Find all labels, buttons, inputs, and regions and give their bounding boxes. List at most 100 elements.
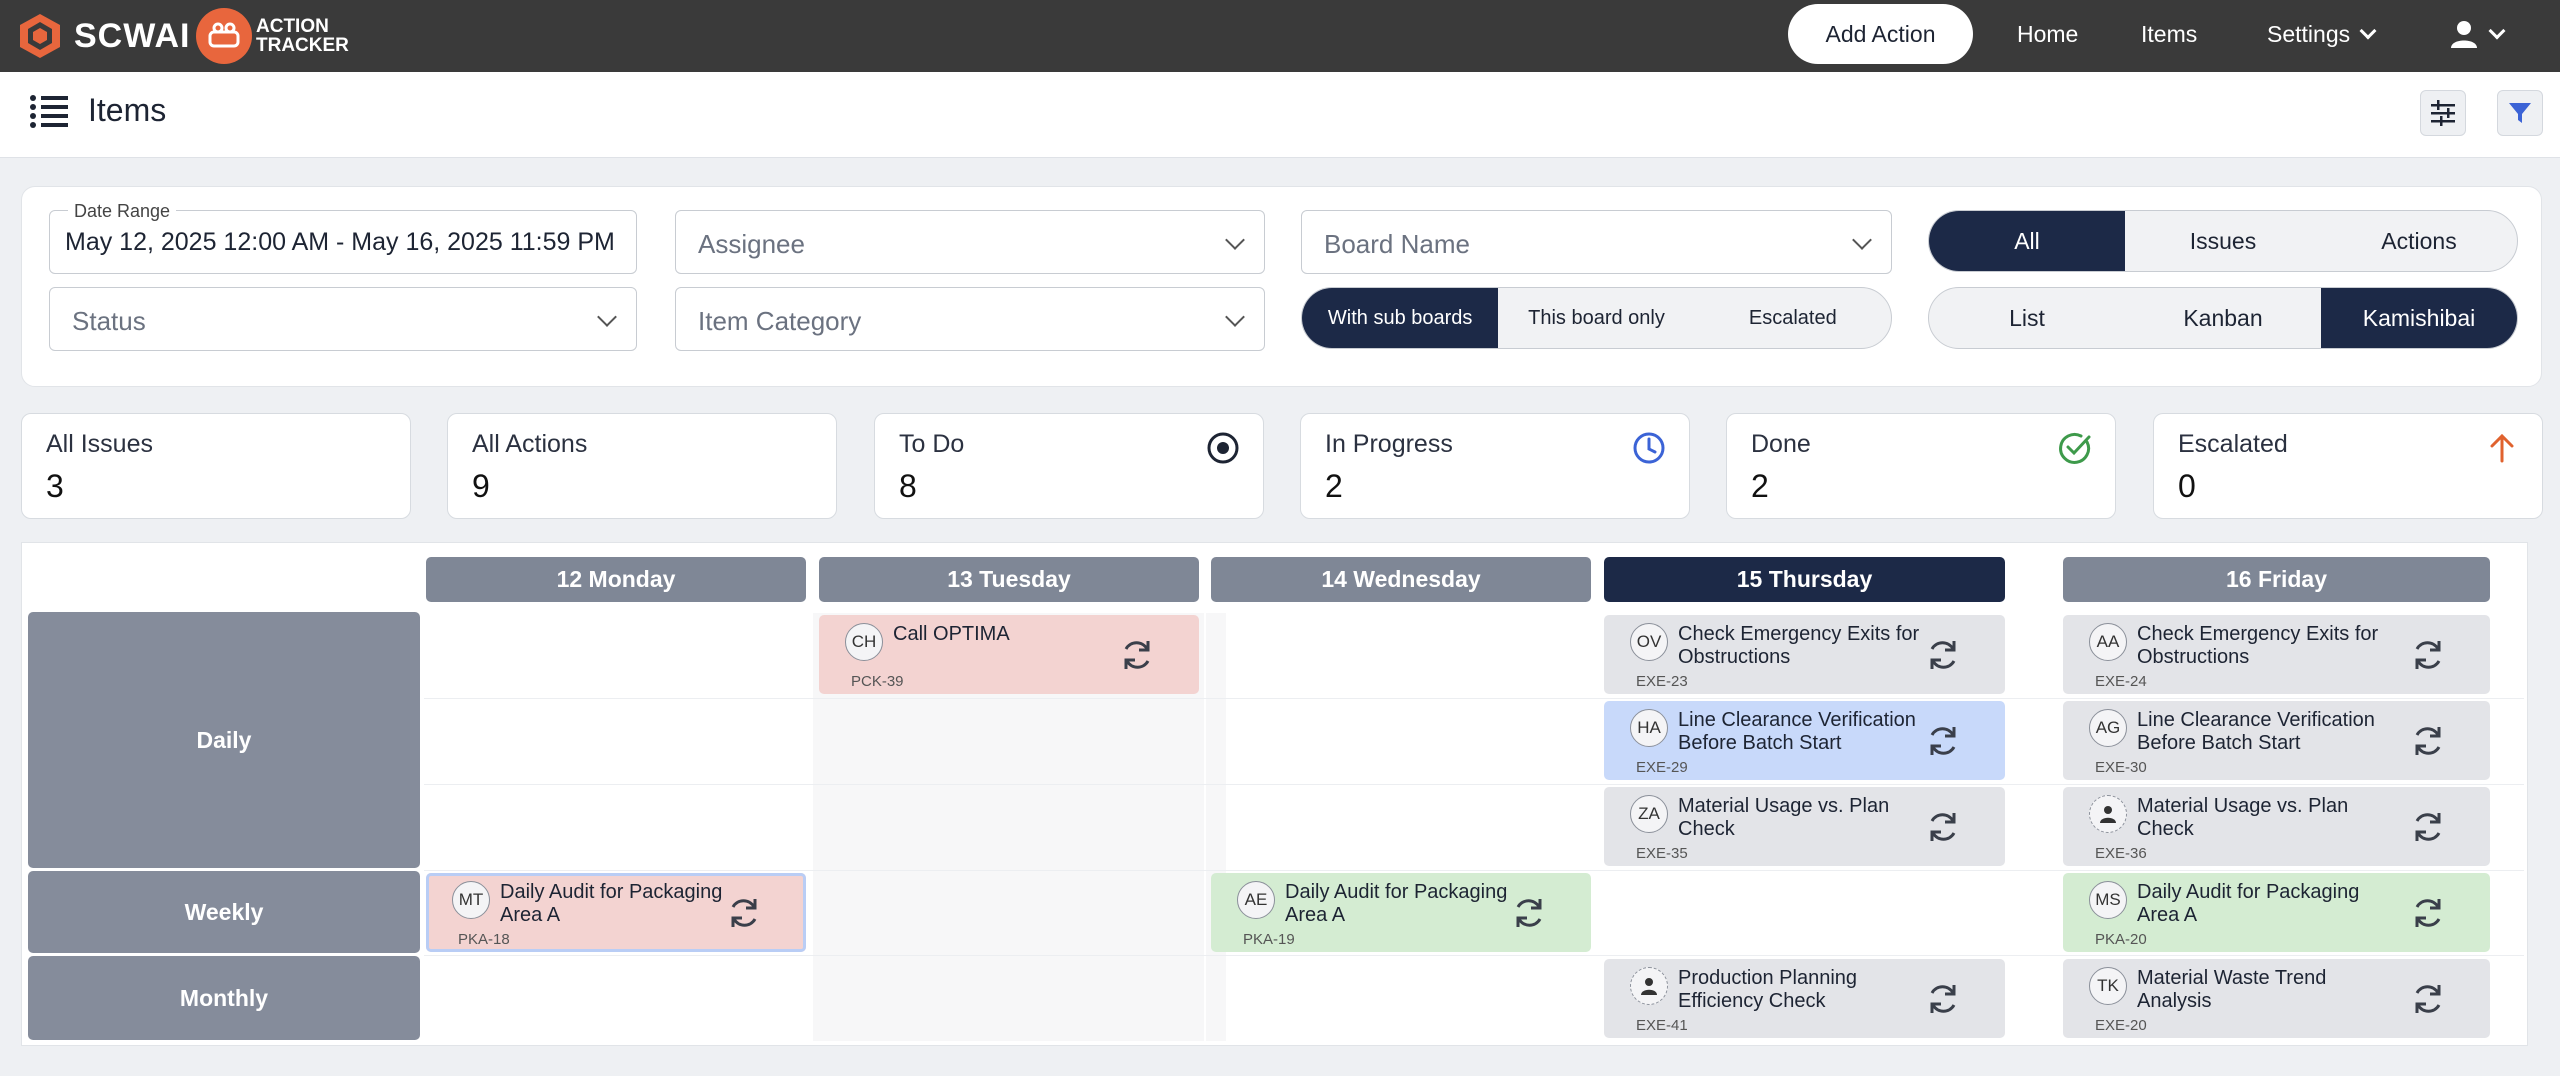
cube-logo-icon: [20, 14, 60, 58]
recurring-icon: [1930, 813, 1956, 841]
chevron-down-icon: [1225, 307, 1245, 327]
filter-panel: Date Range May 12, 2025 12:00 AM - May 1…: [21, 186, 2542, 387]
stat-card-done[interactable]: Done 2: [1726, 413, 2116, 519]
chevron-down-icon: [2488, 22, 2506, 40]
filter-button[interactable]: [2497, 90, 2543, 136]
action-card[interactable]: Production Planning Efficiency Check EXE…: [1604, 959, 2005, 1038]
action-card[interactable]: MT Daily Audit for Packaging Area A PKA-…: [426, 873, 806, 952]
card-title: Production Planning Efficiency Check: [1678, 967, 1858, 1012]
recurring-icon: [1930, 985, 1956, 1013]
action-tracker-logo[interactable]: ACTION TRACKER: [196, 4, 349, 68]
date-range-label: Date Range: [68, 201, 177, 222]
user-menu[interactable]: [2449, 0, 2506, 68]
filter-icon: [2509, 103, 2531, 123]
nav-home[interactable]: Home: [2017, 0, 2078, 68]
card-title: Check Emergency Exits for Obstructions: [1678, 623, 1920, 668]
avatar: TK: [2089, 967, 2127, 1005]
column-shade: [1206, 613, 1226, 1041]
board-name-select[interactable]: Board Name: [1301, 210, 1892, 274]
column-settings-button[interactable]: [2420, 90, 2466, 136]
row-header-weekly: Weekly: [28, 871, 420, 953]
stat-card-all-actions[interactable]: All Actions 9: [447, 413, 837, 519]
card-title: Daily Audit for Packaging Area A: [1285, 881, 1508, 926]
board-scope-toggle: With sub boards This board only Escalate…: [1301, 287, 1892, 349]
recurring-icon: [2415, 985, 2441, 1013]
page-header: Items: [0, 72, 2560, 158]
grid-line: [424, 870, 2524, 871]
chevron-down-icon: [1225, 230, 1245, 250]
nav-items[interactable]: Items: [2141, 0, 2197, 68]
grid-line: [424, 784, 2524, 785]
card-title: Line Clearance Verification Before Batch…: [1678, 709, 1916, 754]
action-card[interactable]: AE Daily Audit for Packaging Area A PKA-…: [1211, 873, 1591, 952]
toggle-list-view[interactable]: List: [1929, 288, 2125, 348]
arrow-up-icon: [2490, 433, 2514, 463]
toggle-escalated[interactable]: Escalated: [1695, 288, 1891, 348]
scw-logo[interactable]: SCWAI: [18, 10, 190, 62]
status-select[interactable]: Status: [49, 287, 637, 351]
stat-label: To Do: [899, 430, 965, 458]
stat-value: 2: [1325, 468, 1343, 504]
nav-settings[interactable]: Settings: [2267, 0, 2377, 68]
nav-settings-label: Settings: [2267, 20, 2351, 47]
toggle-this-board-only[interactable]: This board only: [1498, 288, 1694, 348]
clock-icon: [1633, 432, 1665, 464]
item-type-toggle: All Issues Actions: [1928, 210, 2518, 272]
avatar: ZA: [1630, 795, 1668, 833]
recurring-icon: [1516, 899, 1542, 927]
action-card[interactable]: AG Line Clearance Verification Before Ba…: [2063, 701, 2490, 780]
action-card[interactable]: OV Check Emergency Exits for Obstruction…: [1604, 615, 2005, 694]
view-mode-toggle: List Kanban Kamishibai: [1928, 287, 2518, 349]
avatar: MS: [2089, 881, 2127, 919]
card-id: EXE-36: [2095, 845, 2147, 862]
recurring-icon: [1930, 641, 1956, 669]
toggle-actions[interactable]: Actions: [2321, 211, 2517, 271]
row-header-monthly: Monthly: [28, 956, 420, 1040]
stat-label: All Issues: [46, 430, 153, 458]
card-id: EXE-20: [2095, 1017, 2147, 1034]
user-icon: [2451, 21, 2477, 48]
day-header-wednesday: 14 Wednesday: [1211, 557, 1591, 602]
toggle-all[interactable]: All: [1929, 211, 2125, 271]
assignee-placeholder: Assignee: [698, 229, 805, 259]
day-header-tuesday: 13 Tuesday: [819, 557, 1199, 602]
item-category-placeholder: Item Category: [698, 306, 862, 336]
action-card[interactable]: MS Daily Audit for Packaging Area A PKA-…: [2063, 873, 2490, 952]
card-id: PKA-20: [2095, 931, 2147, 948]
stat-value: 8: [899, 468, 917, 504]
toggle-kamishibai-view[interactable]: Kamishibai: [2321, 288, 2517, 348]
page-title: Items: [88, 92, 167, 128]
card-id: EXE-24: [2095, 673, 2147, 690]
item-category-select[interactable]: Item Category: [675, 287, 1265, 351]
stat-card-all-issues[interactable]: All Issues 3: [21, 413, 411, 519]
action-card[interactable]: Material Usage vs. Plan Check EXE-36: [2063, 787, 2490, 866]
stat-card-in-progress[interactable]: In Progress 2: [1300, 413, 1690, 519]
card-id: EXE-35: [1636, 845, 1688, 862]
toggle-with-sub-boards[interactable]: With sub boards: [1302, 288, 1499, 348]
add-action-button[interactable]: Add Action: [1788, 4, 1973, 64]
action-card[interactable]: CH Call OPTIMA PCK-39: [819, 615, 1199, 694]
stat-card-to-do[interactable]: To Do 8: [874, 413, 1264, 519]
action-tracker-badge-icon: [196, 8, 252, 64]
grid-line: [424, 698, 2524, 699]
toggle-kanban-view[interactable]: Kanban: [2125, 288, 2321, 348]
check-circle-icon: [2059, 432, 2091, 464]
action-card[interactable]: AA Check Emergency Exits for Obstruction…: [2063, 615, 2490, 694]
recurring-icon: [2415, 727, 2441, 755]
card-title: Check Emergency Exits for Obstructions: [2137, 623, 2379, 668]
action-card[interactable]: HA Line Clearance Verification Before Ba…: [1604, 701, 2005, 780]
chevron-down-icon: [597, 307, 617, 327]
day-header-thursday: 15 Thursday: [1604, 557, 2005, 602]
list-menu-icon[interactable]: [30, 94, 68, 128]
date-range-field[interactable]: Date Range May 12, 2025 12:00 AM - May 1…: [49, 201, 637, 274]
stat-label: Done: [1751, 430, 1811, 458]
assignee-select[interactable]: Assignee: [675, 210, 1265, 274]
grid-line: [424, 955, 2524, 956]
unassigned-avatar: [2089, 795, 2127, 833]
card-id: PKA-18: [458, 931, 510, 948]
action-card[interactable]: TK Material Waste Trend Analysis EXE-20: [2063, 959, 2490, 1038]
stat-card-escalated[interactable]: Escalated 0: [2153, 413, 2543, 519]
action-tracker-text: ACTION TRACKER: [256, 16, 349, 56]
action-card[interactable]: ZA Material Usage vs. Plan Check EXE-35: [1604, 787, 2005, 866]
toggle-issues[interactable]: Issues: [2125, 211, 2321, 271]
